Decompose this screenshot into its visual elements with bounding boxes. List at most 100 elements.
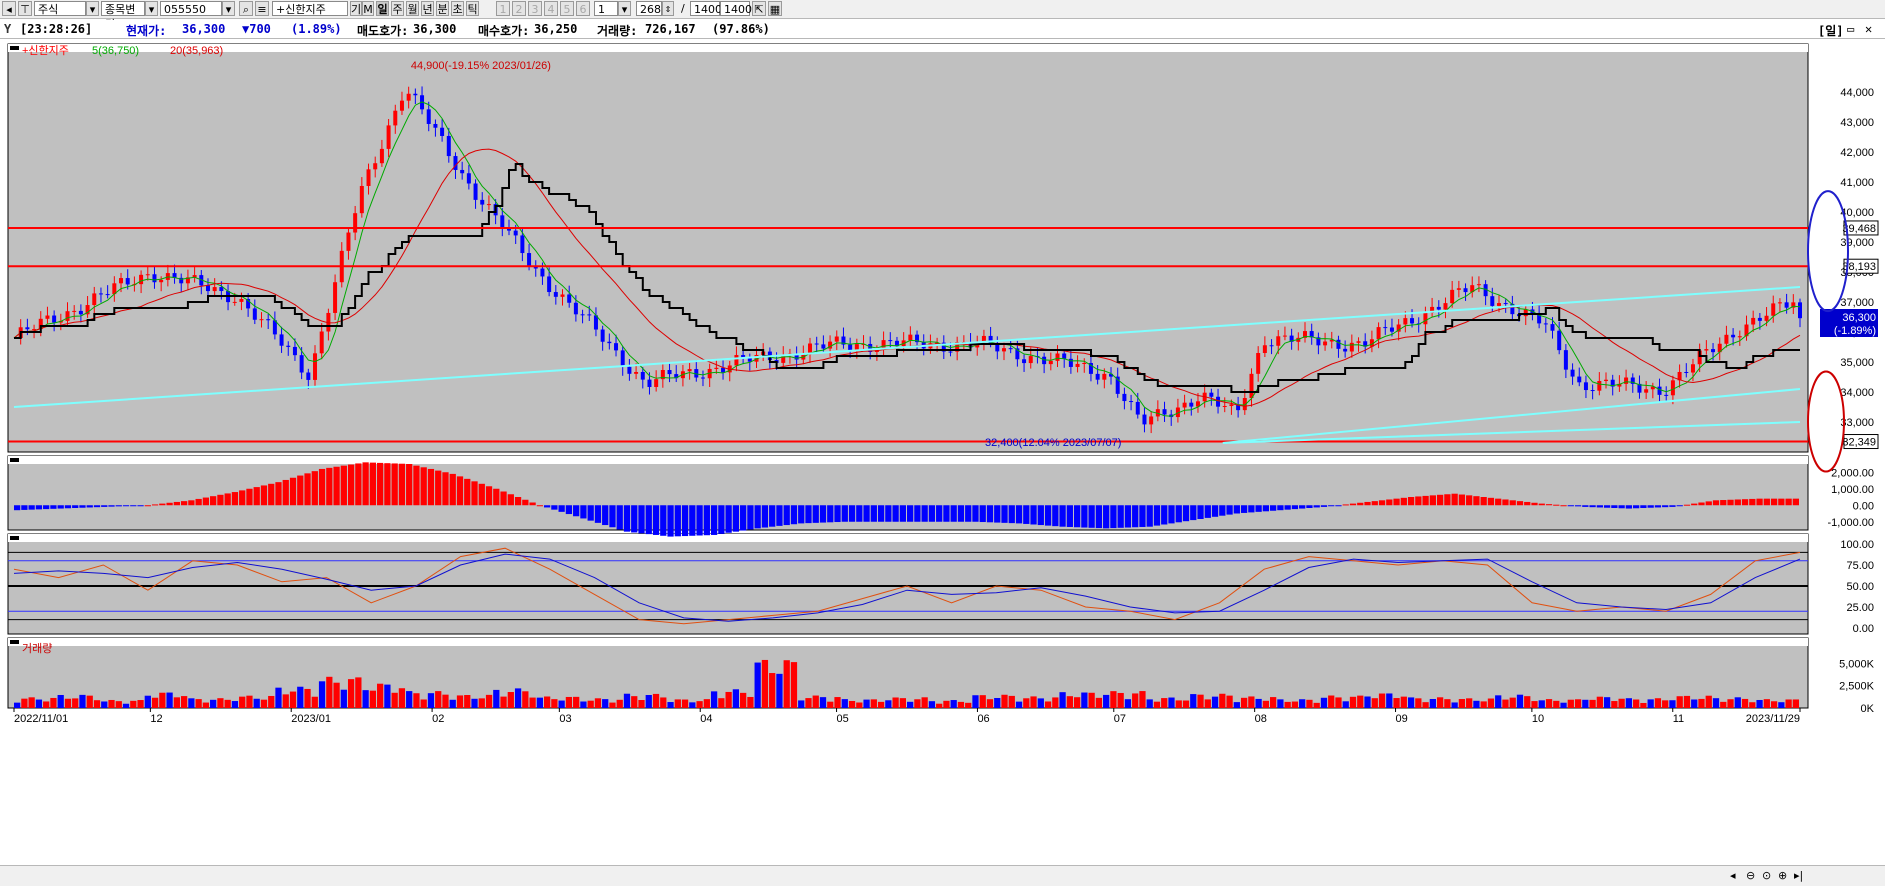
candle-body (252, 308, 257, 320)
page-button-3[interactable]: 3 (528, 1, 542, 16)
candle-body (1423, 312, 1428, 325)
mode-button-year[interactable]: 년 (421, 1, 434, 16)
candle-body (433, 123, 438, 128)
market-select[interactable]: 주식 (34, 1, 86, 16)
macd-bar (333, 466, 340, 506)
change-dropdown-icon[interactable]: ▾ (145, 1, 158, 16)
candle-body (607, 341, 612, 344)
mode-button-day[interactable]: 일 (376, 1, 389, 16)
mode-button-month[interactable]: 월 (406, 1, 419, 16)
search-icon[interactable]: ⌕ (239, 1, 253, 16)
candle-body (1403, 318, 1408, 325)
stock-chart[interactable]: +신한지주 5(36,750) 20(35,963) 44,900(-19.15% 2… (0, 40, 1885, 865)
mode-button-m[interactable]: M (362, 1, 374, 16)
zoom-in-icon[interactable]: ⊕ (1778, 869, 1787, 882)
candle-body (1269, 345, 1274, 347)
macd-bar (1705, 501, 1712, 506)
macd-bar (1749, 498, 1756, 506)
volume-tick-label: 2,500K (1839, 681, 1875, 693)
macd-bar (406, 464, 413, 506)
volume-bar (1313, 702, 1320, 708)
volume-bar (28, 697, 35, 708)
count-input[interactable]: 268 (636, 1, 662, 16)
volume-tick-label: 5,000K (1839, 658, 1875, 670)
page-button-5[interactable]: 5 (560, 1, 574, 16)
volume-bar (21, 698, 28, 708)
mode-button-tick[interactable]: 틱 (466, 1, 479, 16)
candle-body (1376, 327, 1381, 340)
volume-bar (1168, 697, 1175, 708)
volume-bar (35, 699, 43, 708)
mode-button-second[interactable]: 초 (451, 1, 464, 16)
stock-name-input[interactable]: +신한지주 (272, 1, 348, 16)
page-button-2[interactable]: 2 (512, 1, 526, 16)
macd-bar (580, 505, 587, 519)
minimize-icon[interactable]: ▭ (1847, 22, 1854, 36)
period-select[interactable]: 1 (594, 1, 618, 16)
macd-bar (689, 505, 696, 536)
candle-body (1563, 350, 1568, 370)
macd-bar (1683, 504, 1691, 506)
macd-bar (1647, 505, 1654, 508)
macd-bar (1335, 505, 1342, 507)
macd-bar (1226, 505, 1233, 515)
candle-body (125, 278, 130, 285)
stock-code-input[interactable]: 055550 (160, 1, 222, 16)
mode-button-minute[interactable]: 분 (436, 1, 449, 16)
page-button-6[interactable]: 6 (576, 1, 590, 16)
mode-button-week[interactable]: 주 (391, 1, 404, 16)
x-tick-label: 04 (700, 713, 712, 725)
volume-bar (877, 701, 885, 708)
close-icon[interactable]: ✕ (1865, 22, 1872, 36)
scroll-end-icon[interactable]: ▸| (1794, 869, 1803, 882)
period-dropdown-icon[interactable]: ▾ (618, 1, 631, 16)
stoch-tick-label: 75.00 (1846, 560, 1874, 572)
zoom-out-icon[interactable]: ⊖ (1746, 869, 1755, 882)
volume-bar (1175, 700, 1182, 708)
macd-bar (1052, 505, 1059, 527)
macd-bar (57, 505, 64, 509)
macd-bar (122, 505, 130, 507)
scroll-left-icon[interactable]: ◂ (1730, 869, 1736, 882)
macd-bar (1785, 498, 1792, 506)
candle-body (553, 292, 558, 297)
page-button-1[interactable]: 1 (496, 1, 510, 16)
vol-pane-handle-icon (10, 640, 19, 644)
macd-bar (1741, 499, 1749, 506)
market-dropdown-icon[interactable]: ▾ (86, 1, 99, 16)
zoom-reset-icon[interactable]: ⊙ (1762, 869, 1771, 882)
macd-bar (1400, 497, 1407, 506)
macd-bar (1073, 505, 1081, 528)
macd-bar (1415, 496, 1422, 506)
code-dropdown-icon[interactable]: ▾ (222, 1, 235, 16)
macd-bar (1306, 505, 1313, 508)
macd-bar (1618, 505, 1625, 509)
candle-body (667, 370, 672, 375)
filter-icon[interactable]: Y (4, 22, 11, 36)
chart-link-icon[interactable]: ≡ (255, 1, 269, 16)
macd-bar (972, 505, 979, 522)
volume-bar (1756, 699, 1763, 708)
candle-body (1684, 371, 1689, 373)
current-price-label: 현재가: (126, 24, 167, 38)
pin-icon[interactable]: ⊤ (18, 1, 32, 16)
macd-bar (1175, 505, 1182, 523)
horizontal-scrollbar[interactable]: ◂ ⊖ ⊙ ⊕ ▸| (0, 865, 1885, 886)
page-button-4[interactable]: 4 (544, 1, 558, 16)
volume-bar (848, 700, 856, 708)
mode-button-gi[interactable]: 기 (350, 1, 362, 16)
export-icon[interactable]: ⇱ (752, 1, 766, 16)
candle-body (1657, 386, 1662, 395)
prev-stock-button[interactable]: ◂ (2, 1, 16, 16)
macd-bar (1589, 505, 1596, 508)
candle-body (1082, 362, 1087, 364)
change-stock-select[interactable]: 종목변경 (101, 1, 145, 31)
candle-body (1757, 317, 1762, 321)
volume-bar (667, 702, 674, 708)
macd-bar (289, 477, 297, 506)
calendar-icon[interactable]: ▦ (768, 1, 782, 16)
volume-bar (1124, 699, 1132, 708)
count-stepper[interactable]: ⇕ (662, 1, 674, 16)
volume-bar (406, 691, 413, 708)
candle-body (486, 204, 491, 206)
